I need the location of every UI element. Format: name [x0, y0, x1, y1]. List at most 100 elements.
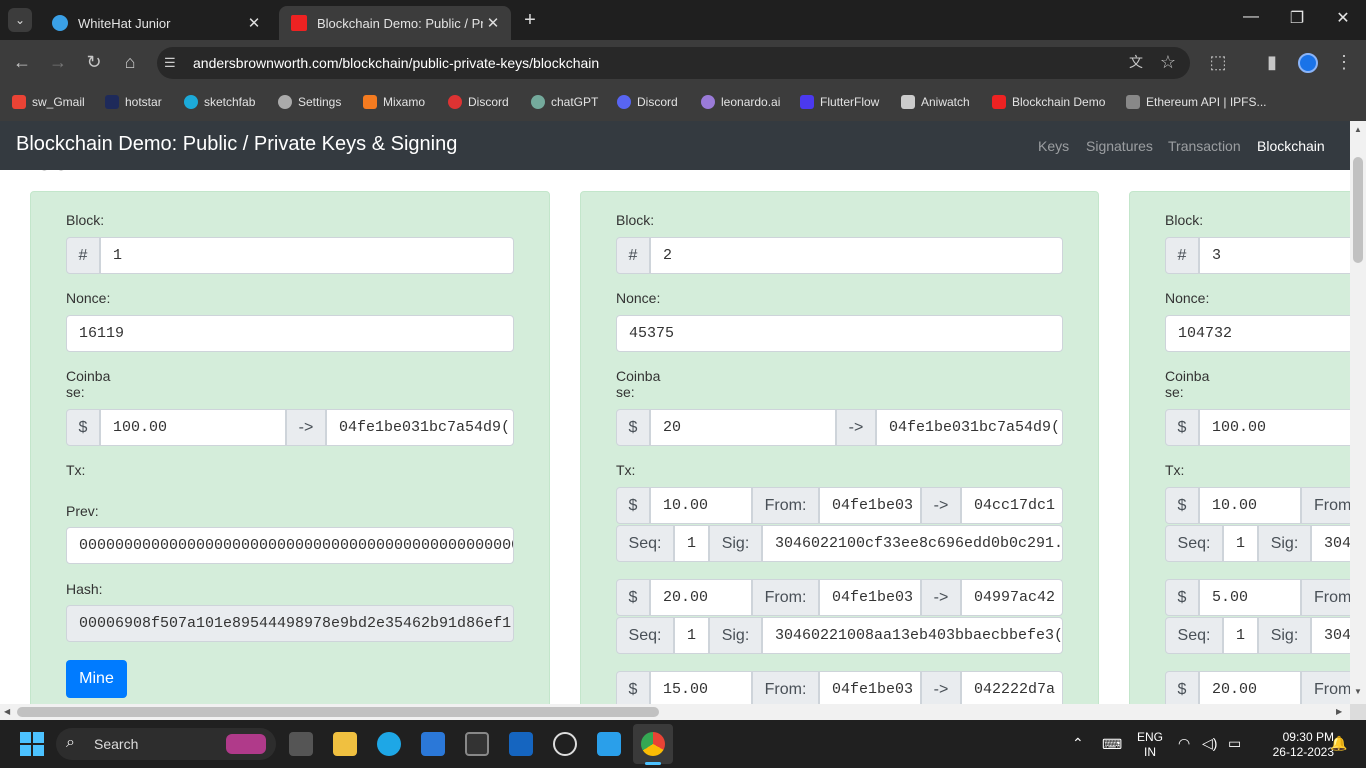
store-icon[interactable] [421, 732, 445, 756]
tx-seq-input[interactable]: 1 [674, 617, 709, 654]
nav-blockchain[interactable]: Blockchain [1257, 138, 1325, 154]
tx-seq-input[interactable]: 1 [1223, 525, 1258, 562]
site-brand[interactable]: Blockchain Demo: Public / Private Keys &… [16, 133, 457, 156]
tx-sig-input[interactable]: 30460221008aa13eb403bbaecbbefe3( [762, 617, 1063, 654]
tx-amount-input[interactable]: 5.00 [1199, 579, 1301, 616]
scroll-right-arrow-icon[interactable]: ▶ [1336, 707, 1342, 716]
tx-to-input[interactable]: 04cc17dc1 [961, 487, 1063, 524]
tx-from-input[interactable]: 04fe1be03 [819, 579, 921, 616]
edge-icon[interactable] [377, 732, 401, 756]
tx-seq-input[interactable]: 1 [674, 525, 709, 562]
scroll-down-arrow-icon[interactable]: ▼ [1354, 687, 1362, 696]
reload-icon[interactable]: ↻ [82, 52, 106, 72]
url-text[interactable]: andersbrownworth.com/blockchain/public-p… [193, 55, 599, 71]
volume-icon[interactable]: ◁) [1202, 735, 1217, 752]
tab-search-button[interactable]: ⌄ [8, 8, 32, 32]
bookmark-settings[interactable]: Settings [278, 93, 341, 111]
coinbase-to-input[interactable]: 04fe1be031bc7a54d9( [326, 409, 514, 446]
bookmark-aniwatch[interactable]: Aniwatch [901, 93, 970, 111]
tx-amount-input[interactable]: 20.00 [1199, 671, 1301, 704]
close-tab-icon[interactable]: ✕ [244, 14, 264, 32]
translate-icon[interactable]: 文 [1124, 52, 1148, 72]
dell-icon[interactable] [553, 732, 577, 756]
tx-amount-input[interactable]: 15.00 [650, 671, 752, 704]
scroll-up-arrow-icon[interactable]: ▲ [1354, 125, 1362, 134]
bookmark-discord[interactable]: Discord [448, 93, 509, 111]
bookmark-flutterflow[interactable]: FlutterFlow [800, 93, 879, 111]
coinbase-value-input[interactable]: 100.00 [1199, 409, 1350, 446]
bookmark-discord-2[interactable]: Discord [617, 93, 678, 111]
bookmark-gmail[interactable]: sw_Gmail [12, 93, 85, 111]
nonce-input[interactable]: 16119 [66, 315, 514, 352]
coinbase-value-input[interactable]: 100.00 [100, 409, 286, 446]
coinbase-to-input[interactable]: 04fe1be031bc7a54d9( [876, 409, 1063, 446]
tx-amount-input[interactable]: 20.00 [650, 579, 752, 616]
home-icon[interactable]: ⌂ [118, 52, 142, 72]
tx-from-input[interactable]: 04fe1be03 [819, 671, 921, 704]
close-window-icon[interactable]: ✕ [1328, 8, 1358, 28]
keyboard-icon[interactable]: ⌨ [1102, 736, 1122, 753]
tx-seq-input[interactable]: 1 [1223, 617, 1258, 654]
tx-amount-input[interactable]: 10.00 [650, 487, 752, 524]
bookmark-mixamo[interactable]: Mixamo [363, 93, 425, 111]
bookmark-leonardo[interactable]: leonardo.ai [701, 93, 780, 111]
new-tab-button[interactable]: + [518, 9, 542, 32]
block-number-input[interactable]: 1 [100, 237, 514, 274]
clock[interactable]: 09:30 PM 26-12-2023 [1254, 730, 1334, 760]
mine-button[interactable]: Mine [66, 660, 127, 698]
tx-amount-input[interactable]: 10.00 [1199, 487, 1301, 524]
block-number-input[interactable]: 2 [650, 237, 1063, 274]
bookmark-sketchfab[interactable]: sketchfab [184, 93, 255, 111]
mail-icon[interactable] [509, 732, 533, 756]
calculator-icon[interactable] [289, 732, 313, 756]
forward-icon[interactable]: → [46, 52, 70, 72]
file-explorer-icon[interactable] [333, 732, 357, 756]
horizontal-scrollbar[interactable]: ◀ ▶ [0, 704, 1350, 720]
bookmark-star-icon[interactable]: ☆ [1156, 52, 1180, 72]
vertical-scroll-thumb[interactable] [1353, 157, 1363, 263]
nav-keys[interactable]: Keys [1038, 138, 1069, 154]
tx-to-input[interactable]: 04997ac42 [961, 579, 1063, 616]
battery-icon[interactable]: ▭ [1228, 735, 1241, 752]
chrome-icon[interactable] [641, 732, 665, 756]
site-info-icon[interactable]: ☰ [164, 55, 180, 71]
vscode-icon[interactable] [597, 732, 621, 756]
taskbar-search[interactable]: ⌕ Search [56, 728, 276, 760]
profile-avatar[interactable] [1298, 53, 1318, 73]
prev-hash-input[interactable]: 0000000000000000000000000000000000000000… [66, 527, 514, 564]
tray-chevron-icon[interactable]: ⌃ [1072, 735, 1084, 752]
wifi-icon[interactable]: ◠ [1178, 735, 1190, 752]
menu-icon[interactable]: ⋮ [1332, 52, 1356, 72]
notification-bell-icon[interactable]: 🔔 [1330, 735, 1347, 752]
nav-transaction[interactable]: Transaction [1168, 138, 1241, 154]
windows-start-icon[interactable] [20, 732, 44, 756]
close-tab-icon[interactable]: ✕ [483, 14, 503, 32]
bookmark-ethereum-api[interactable]: Ethereum API | IPFS... [1126, 93, 1267, 111]
bookmark-hotstar[interactable]: hotstar [105, 93, 162, 111]
extensions-icon[interactable]: ⬚ [1206, 52, 1230, 72]
tab-blockchain-demo[interactable]: Blockchain Demo: Public / Priva ✕ [279, 6, 511, 40]
scroll-left-arrow-icon[interactable]: ◀ [4, 707, 10, 716]
block-number-input[interactable]: 3 [1199, 237, 1350, 274]
bookmark-blockchain-demo[interactable]: Blockchain Demo [992, 93, 1105, 111]
tx-sig-input[interactable]: 304 [1311, 617, 1350, 654]
tx-from-input[interactable]: 04fe1be03 [819, 487, 921, 524]
tx-sig-input[interactable]: 3046022100cf33ee8c696edd0b0c291. [762, 525, 1063, 562]
nonce-input[interactable]: 104732 [1165, 315, 1350, 352]
minimize-icon[interactable]: — [1236, 8, 1266, 26]
back-icon[interactable]: ← [10, 52, 34, 72]
horizontal-scroll-thumb[interactable] [17, 707, 659, 717]
tx-sig-input[interactable]: 304 [1311, 525, 1350, 562]
tx-to-input[interactable]: 042222d7a [961, 671, 1063, 704]
side-panel-icon[interactable]: ▮ [1260, 52, 1284, 72]
coinbase-value-input[interactable]: 20 [650, 409, 836, 446]
nonce-input[interactable]: 45375 [616, 315, 1063, 352]
language-indicator[interactable]: ENG IN [1132, 730, 1168, 760]
nav-signatures[interactable]: Signatures [1086, 138, 1153, 154]
minecraft-icon[interactable] [465, 732, 489, 756]
bookmark-chatgpt[interactable]: chatGPT [531, 93, 598, 111]
tx-row: $ 10.00 From [1165, 487, 1350, 524]
vertical-scrollbar[interactable]: ▲ ▼ [1350, 121, 1366, 704]
tab-whitehat[interactable]: WhiteHat Junior ✕ [40, 6, 272, 40]
restore-icon[interactable]: ❐ [1282, 8, 1312, 28]
